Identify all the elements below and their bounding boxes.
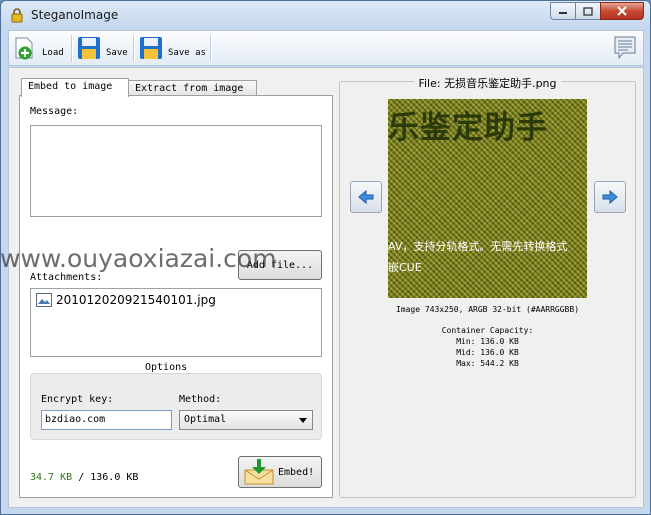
method-label: Method: <box>179 394 222 405</box>
previous-image-button[interactable] <box>350 181 382 213</box>
save-as-button[interactable]: Save as <box>138 34 206 62</box>
window-title: SteganoImage <box>31 8 119 22</box>
chevron-down-icon <box>299 418 307 423</box>
tab-extract-from-image[interactable]: Extract from image <box>128 80 257 96</box>
file-title-text: File: 无损音乐鉴定助手.png <box>414 77 561 90</box>
embed-button[interactable]: Embed! <box>238 456 322 488</box>
capacity-title: Container Capacity: <box>441 326 534 335</box>
arrow-right-icon <box>602 190 618 204</box>
preview-image-text-1: AV，支持分轨格式。无需先转换格式 <box>388 240 568 253</box>
tab-label: Embed to image <box>28 81 113 92</box>
add-file-label: Add file... <box>246 259 314 271</box>
save-as-label: Save as <box>168 48 206 58</box>
capacity-info: Container Capacity: Min: 136.0 KB Mid: 1… <box>340 325 635 369</box>
list-item[interactable]: 201012020921540101.jpg <box>36 293 216 307</box>
minimize-icon <box>559 12 567 14</box>
window-controls <box>550 2 644 20</box>
save-icon <box>78 37 100 59</box>
image-info: Image 743x250, ARGB 32-bit (#AARRGGBB) <box>395 305 580 314</box>
minimize-button[interactable] <box>550 2 576 20</box>
embed-mail-icon <box>244 459 274 485</box>
toolbar-separator <box>71 35 72 62</box>
attachments-label: Attachments: <box>30 272 103 283</box>
load-icon <box>15 37 33 60</box>
save-button[interactable]: Save <box>76 34 128 62</box>
toolbar-separator <box>133 35 134 62</box>
toolbar-separator <box>210 35 211 62</box>
lock-icon <box>11 8 23 23</box>
encrypt-key-input[interactable]: bzdiao.com <box>41 410 172 430</box>
next-image-button[interactable] <box>594 181 626 213</box>
image-file-icon <box>36 293 52 307</box>
size-used: 34.7 KB <box>30 472 73 483</box>
add-file-button[interactable]: Add file... <box>238 250 322 280</box>
tab-label: Extract from image <box>135 83 244 94</box>
title-bar[interactable]: SteganoImage <box>1 1 650 29</box>
options-title: Options <box>139 362 194 373</box>
embed-panel: Message: Add file... Attachments: 201012… <box>19 95 333 498</box>
method-select[interactable]: Optimal <box>179 410 313 430</box>
save-label: Save <box>106 48 128 58</box>
preview-panel: File: 无损音乐鉴定助手.png 乐鉴定助手 AV，支持分轨格式。无需先转换… <box>339 77 636 498</box>
options-group: Encrypt key: bzdiao.com Method: Optimal <box>30 373 322 440</box>
image-preview: 乐鉴定助手 AV，支持分轨格式。无需先转换格式 嵌CUE <box>388 99 587 298</box>
save-as-icon <box>140 37 162 59</box>
encrypt-key-label: Encrypt key: <box>41 394 114 405</box>
arrow-left-icon <box>358 190 374 204</box>
capacity-max: Max: 544.2 KB <box>456 359 519 368</box>
tab-embed-to-image[interactable]: Embed to image <box>21 78 129 97</box>
preview-file-title: File: 无损音乐鉴定助手.png <box>340 75 635 91</box>
preview-image-text-2: 嵌CUE <box>388 261 422 274</box>
capacity-usage: 34.7 KB / 136.0 KB <box>30 472 138 483</box>
size-total: 136.0 KB <box>90 472 139 483</box>
load-label: Load <box>42 48 64 58</box>
notes-icon <box>614 36 636 60</box>
preview-image-title: 乐鉴定助手 <box>388 110 548 146</box>
app-window: SteganoImage Load Save Save as Embed to … <box>0 0 651 515</box>
message-label: Message: <box>30 106 79 117</box>
capacity-min: Min: 136.0 KB <box>456 337 519 346</box>
close-icon <box>617 6 627 16</box>
method-value: Optimal <box>184 414 227 425</box>
client-area: Embed to image Extract from image Messag… <box>8 67 644 508</box>
embed-label: Embed! <box>278 466 315 478</box>
message-textarea[interactable] <box>30 125 322 217</box>
notes-button[interactable] <box>613 35 637 64</box>
attachment-name: 201012020921540101.jpg <box>56 293 216 307</box>
toolbar: Load Save Save as <box>8 30 644 66</box>
load-button[interactable]: Load <box>12 34 64 62</box>
maximize-button[interactable] <box>575 2 601 20</box>
close-button[interactable] <box>600 2 644 20</box>
maximize-icon <box>583 6 593 16</box>
size-separator: / <box>78 472 85 483</box>
attachments-list[interactable]: 201012020921540101.jpg <box>30 288 322 357</box>
capacity-mid: Mid: 136.0 KB <box>456 348 519 357</box>
